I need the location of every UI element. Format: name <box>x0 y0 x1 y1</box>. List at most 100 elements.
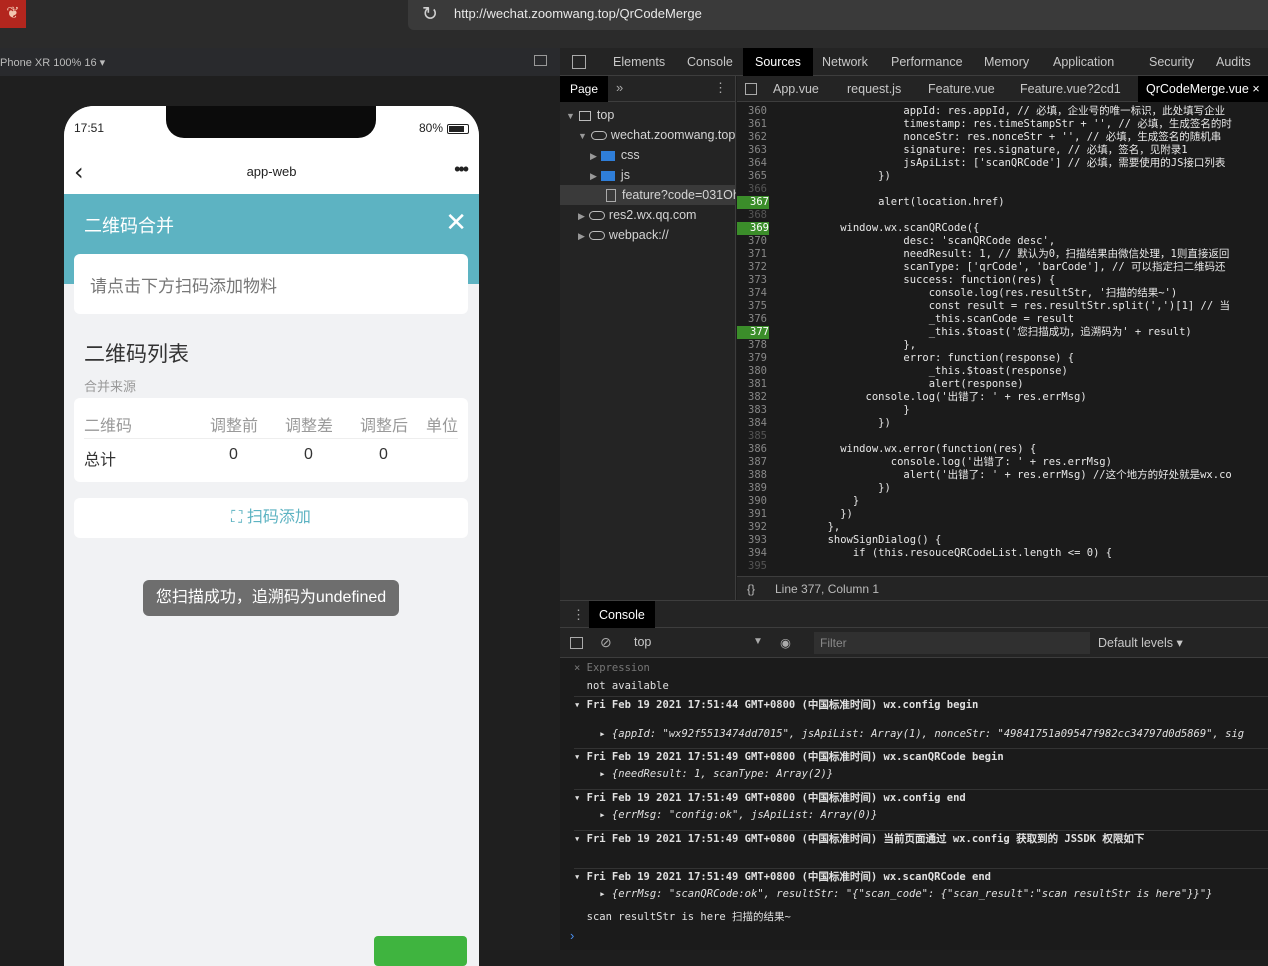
tree-item-js[interactable]: ▶ js <box>560 165 736 185</box>
line-number[interactable]: 372 <box>737 261 767 274</box>
tab-performance[interactable]: Performance <box>891 55 963 69</box>
code-line[interactable]: 391 }) <box>737 508 1268 521</box>
code-line[interactable]: 383 } <box>737 404 1268 417</box>
code-line[interactable]: 381 alert(response) <box>737 378 1268 391</box>
file-tab-feature[interactable]: Feature.vue <box>928 82 995 96</box>
filter-input[interactable]: Filter <box>814 632 1090 654</box>
chevron-down-icon[interactable]: ▼ <box>753 636 763 647</box>
reload-icon[interactable]: ↻ <box>422 3 438 25</box>
breakpoint-line-number[interactable]: 377 <box>737 326 769 339</box>
code-line[interactable]: 370 desc: 'scanQRCode desc', <box>737 235 1268 248</box>
code-line[interactable]: 373 success: function(res) { <box>737 274 1268 287</box>
tree-item-res2[interactable]: ▶ res2.wx.qq.com <box>560 205 736 225</box>
line-number[interactable]: 368 <box>737 209 767 222</box>
code-line[interactable]: 368 <box>737 209 1268 222</box>
code-line[interactable]: 371 needResult: 1, // 默认为0，扫描结果由微信处理，1则直… <box>737 248 1268 261</box>
console-object-row[interactable]: ▸ {appId: "wx92f5513474dd7015", jsApiLis… <box>574 728 1268 740</box>
line-number[interactable]: 393 <box>737 534 767 547</box>
line-number[interactable]: 391 <box>737 508 767 521</box>
line-number[interactable]: 364 <box>737 157 767 170</box>
line-number[interactable]: 380 <box>737 365 767 378</box>
tab-application[interactable]: Application <box>1053 55 1114 69</box>
address-bar[interactable]: ↻ http://wechat.zoomwang.top/QrCodeMerge <box>408 0 1268 30</box>
code-line[interactable]: 384 }) <box>737 417 1268 430</box>
file-tab-feature-2cd1[interactable]: Feature.vue?2cd1 <box>1020 82 1121 96</box>
code-line[interactable]: 385 <box>737 430 1268 443</box>
line-number[interactable]: 381 <box>737 378 767 391</box>
console-prompt[interactable]: › <box>570 928 574 943</box>
code-line[interactable]: 369 window.wx.scanQRCode({ <box>737 222 1268 235</box>
console-output[interactable]: › × Expression not available ▾ Fri Feb 19… <box>560 658 1268 950</box>
code-line[interactable]: 377 _this.$toast('您扫描成功，追溯码为' + result) <box>737 326 1268 339</box>
breakpoint-line-number[interactable]: 367 <box>737 196 769 209</box>
line-number[interactable]: 374 <box>737 287 767 300</box>
line-number[interactable]: 389 <box>737 482 767 495</box>
dock-icon[interactable] <box>534 55 547 66</box>
code-line[interactable]: 376 _this.scanCode = result <box>737 313 1268 326</box>
tab-security[interactable]: Security <box>1149 55 1194 69</box>
code-editor[interactable]: 360 appId: res.appId, // 必填，企业号的唯一标识，此处填… <box>737 102 1268 576</box>
line-number[interactable]: 390 <box>737 495 767 508</box>
code-line[interactable]: 393 showSignDialog() { <box>737 534 1268 547</box>
console-object-row[interactable]: ▸ {errMsg: "config:ok", jsApiList: Array… <box>574 809 1268 821</box>
line-number[interactable]: 378 <box>737 339 767 352</box>
code-line[interactable]: 382 console.log('出错了: ' + res.errMsg) <box>737 391 1268 404</box>
context-select[interactable]: top <box>634 635 651 649</box>
code-line[interactable]: 395 <box>737 560 1268 573</box>
more-tabs-icon[interactable]: » <box>616 80 623 95</box>
console-object-row[interactable]: ▸ {needResult: 1, scanType: Array(2)} <box>574 768 1268 780</box>
tab-network[interactable]: Network <box>822 55 868 69</box>
code-line[interactable]: 364 jsApiList: ['scanQRCode'] // 必填，需要使用… <box>737 157 1268 170</box>
line-number[interactable]: 383 <box>737 404 767 417</box>
line-number[interactable]: 379 <box>737 352 767 365</box>
line-number[interactable]: 395 <box>737 560 767 573</box>
inspect-icon[interactable] <box>572 55 586 69</box>
device-selector[interactable]: Phone XR 100% 16 ▾ <box>0 56 105 69</box>
levels-select[interactable]: Default levels ▾ <box>1098 635 1183 650</box>
line-number[interactable]: 384 <box>737 417 767 430</box>
code-line[interactable]: 389 }) <box>737 482 1268 495</box>
close-icon[interactable]: ✕ <box>445 208 467 238</box>
more-icon[interactable]: ••• <box>454 159 469 180</box>
code-line[interactable]: 372 scanType: ['qrCode', 'barCode'], // … <box>737 261 1268 274</box>
line-number[interactable]: 371 <box>737 248 767 261</box>
code-line[interactable]: 387 console.log('出错了: ' + res.errMsg) <box>737 456 1268 469</box>
close-tab-icon[interactable]: × <box>1252 82 1259 96</box>
code-line[interactable]: 374 console.log(res.resultStr, '扫描的结果~') <box>737 287 1268 300</box>
code-line[interactable]: 380 _this.$toast(response) <box>737 365 1268 378</box>
console-object-row[interactable]: ▸ {errMsg: "scanQRCode:ok", resultStr: "… <box>574 888 1268 900</box>
code-line[interactable]: 388 alert('出错了: ' + res.errMsg) //这个地方的好… <box>737 469 1268 482</box>
drawer-tab-console[interactable]: Console <box>589 601 655 629</box>
code-line[interactable]: 362 nonceStr: res.nonceStr + '', // 必填，生… <box>737 131 1268 144</box>
console-group-row[interactable]: ▾ Fri Feb 19 2021 17:51:49 GMT+0800 (中国标… <box>574 789 1268 805</box>
pretty-print-icon[interactable]: {} <box>747 582 755 596</box>
line-number[interactable]: 361 <box>737 118 767 131</box>
line-number[interactable]: 382 <box>737 391 767 404</box>
tab-audits[interactable]: Audits <box>1216 55 1251 69</box>
menu-icon[interactable]: ⋮ <box>714 80 727 96</box>
tab-memory[interactable]: Memory <box>984 55 1029 69</box>
code-line[interactable]: 386 window.wx.error(function(res) { <box>737 443 1268 456</box>
sidebar-toggle-icon[interactable] <box>570 637 583 649</box>
code-line[interactable]: 365 }) <box>737 170 1268 183</box>
scan-add-button[interactable]: ⛶ 扫码添加 <box>74 498 468 538</box>
tree-item-host[interactable]: ▼ wechat.zoomwang.top <box>560 125 736 145</box>
line-number[interactable]: 376 <box>737 313 767 326</box>
clear-console-icon[interactable]: ⊘ <box>600 634 612 651</box>
tree-item-webpack[interactable]: ▶ webpack:// <box>560 225 736 245</box>
line-number[interactable]: 392 <box>737 521 767 534</box>
tab-sources[interactable]: Sources <box>743 48 813 76</box>
breakpoint-line-number[interactable]: 369 <box>737 222 769 235</box>
code-line[interactable]: 366 <box>737 183 1268 196</box>
drawer-menu-icon[interactable]: ⋮ <box>572 607 585 623</box>
console-group-row[interactable]: ▾ Fri Feb 19 2021 17:51:49 GMT+0800 (中国标… <box>574 868 1268 884</box>
submit-button[interactable] <box>374 936 467 966</box>
url-text[interactable]: http://wechat.zoomwang.top/QrCodeMerge <box>454 6 702 21</box>
file-tab-qrcodemerge[interactable]: QrCodeMerge.vue × <box>1138 76 1268 102</box>
code-line[interactable]: 375 const result = res.resultStr.split('… <box>737 300 1268 313</box>
line-number[interactable]: 386 <box>737 443 767 456</box>
console-group-row[interactable]: ▾ Fri Feb 19 2021 17:51:49 GMT+0800 (中国标… <box>574 830 1268 846</box>
code-line[interactable]: 392 }, <box>737 521 1268 534</box>
tree-item-feature[interactable]: feature?code=031Oh <box>560 185 736 205</box>
code-line[interactable]: 363 signature: res.signature, // 必填，签名，见… <box>737 144 1268 157</box>
